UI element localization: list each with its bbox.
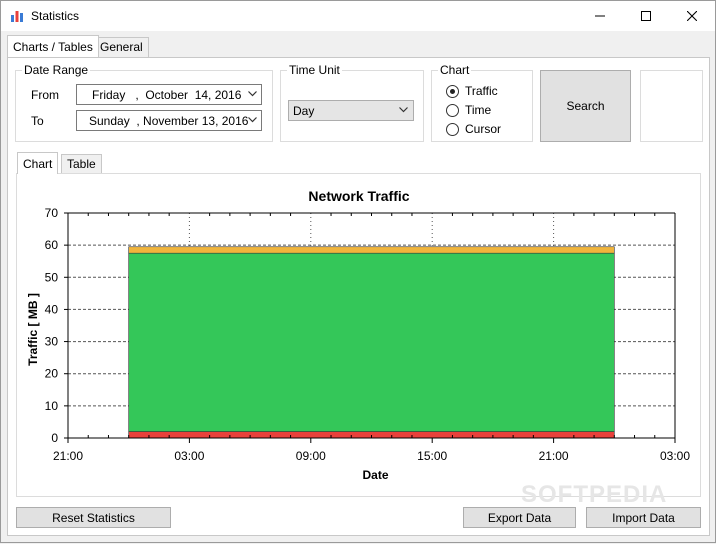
import-data-button[interactable]: Import Data <box>586 507 701 528</box>
tab-chart[interactable]: Chart <box>17 152 59 174</box>
x-tick-label: 21:00 <box>53 449 83 463</box>
network-traffic-chart: 0 10 20 30 40 50 60 70 21:00 03:00 09:00 15:00 21:00… <box>26 206 690 482</box>
softpedia-watermark: SOFTPEDIA <box>521 481 668 508</box>
y-axis-label: Traffic [ MB ] <box>26 293 40 366</box>
y-tick-label: 0 <box>51 431 58 445</box>
area-series-1 <box>128 252 615 432</box>
x-tick-label: 21:00 <box>539 449 569 463</box>
y-tick-label: 50 <box>45 270 59 284</box>
y-tick-label: 60 <box>45 238 59 252</box>
x-tick-label: 03:00 <box>660 449 690 463</box>
export-data-button[interactable]: Export Data <box>463 507 576 528</box>
y-tick-label: 20 <box>45 367 59 381</box>
tab-charts-tables[interactable]: Charts / Tables <box>7 35 99 57</box>
area-series-2 <box>128 246 615 254</box>
x-tick-label: 09:00 <box>296 449 326 463</box>
reset-statistics-button[interactable]: Reset Statistics <box>16 507 171 528</box>
x-tick-label: 15:00 <box>417 449 447 463</box>
y-tick-label: 10 <box>45 399 59 413</box>
y-tick-label: 40 <box>45 302 59 316</box>
x-tick-label: 03:00 <box>174 449 204 463</box>
x-axis-label: Date <box>362 468 388 482</box>
y-tick-label: 30 <box>45 335 59 349</box>
statistics-window: Statistics Charts / Tables General Date … <box>0 0 716 543</box>
y-tick-label: 70 <box>45 206 59 220</box>
